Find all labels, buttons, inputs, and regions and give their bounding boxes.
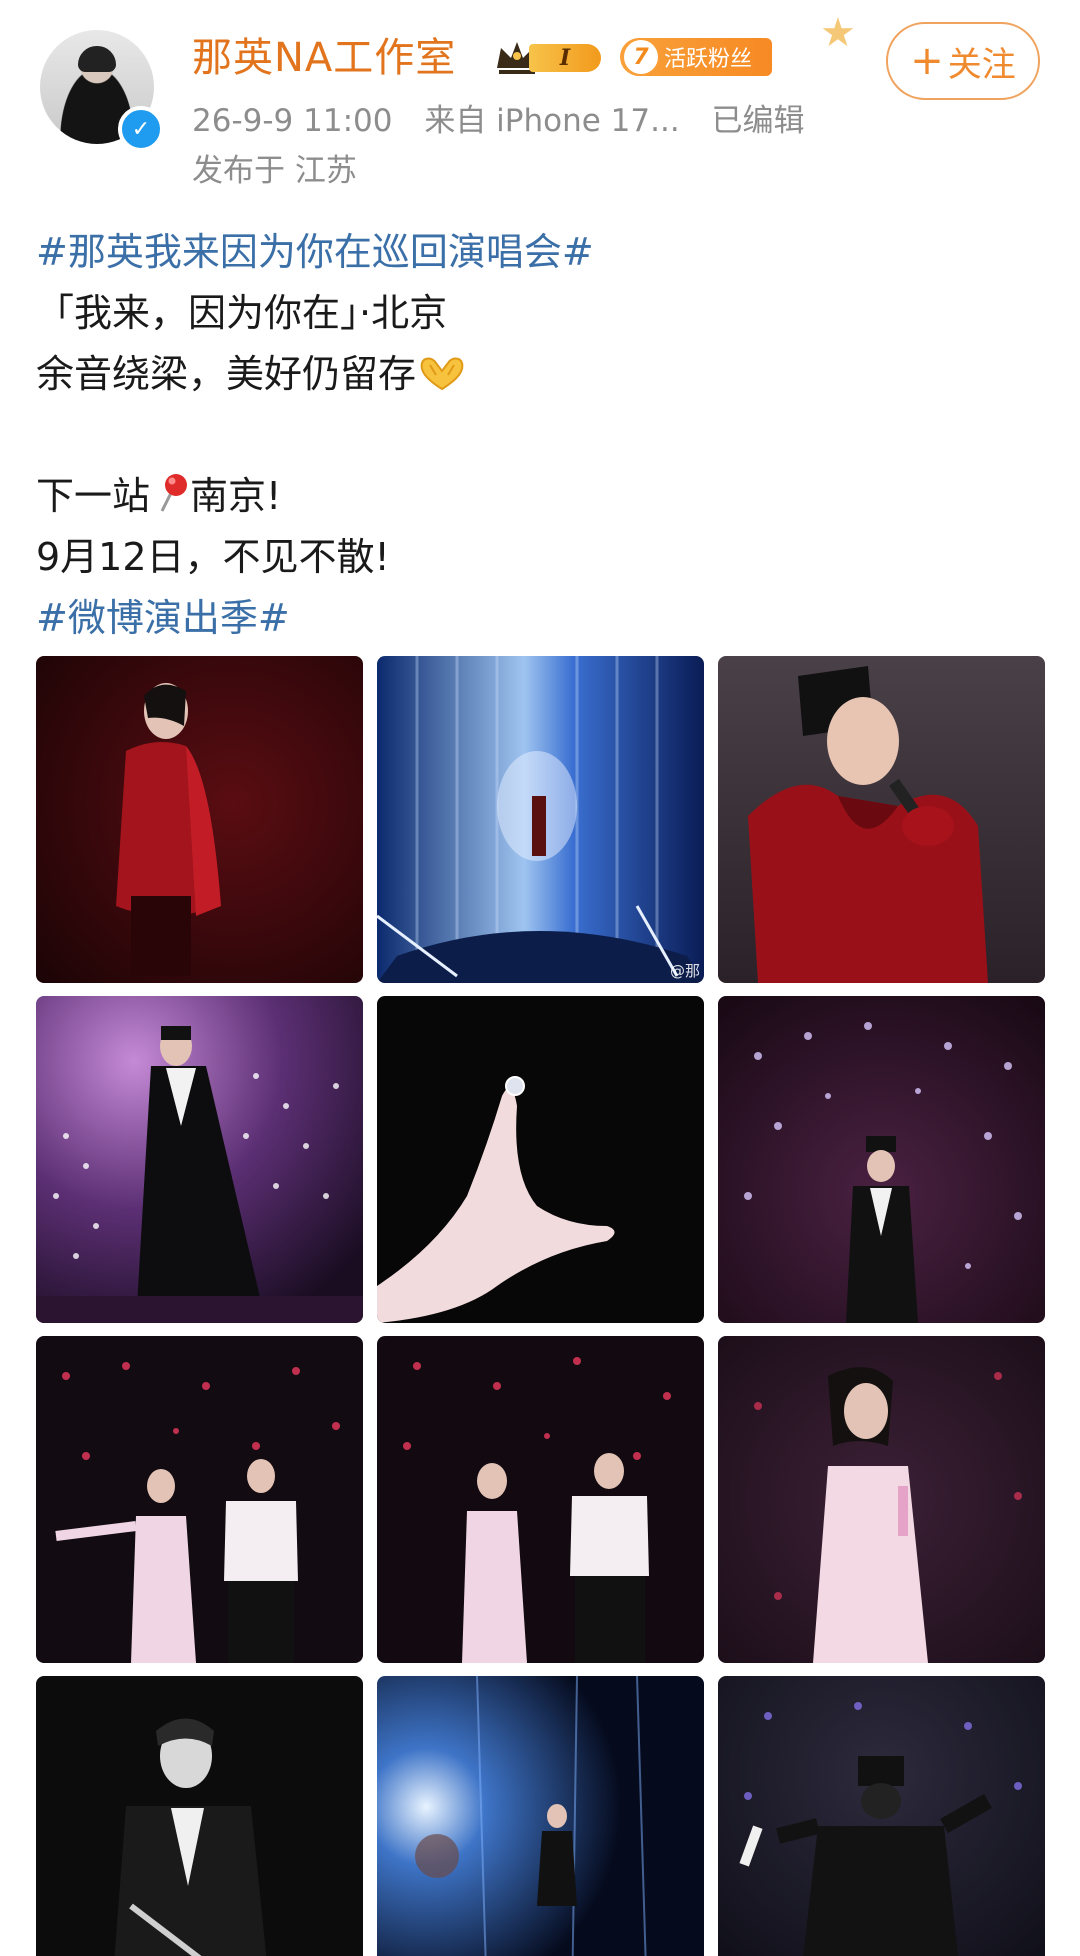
fan-badge-label: 活跃粉丝 xyxy=(664,47,753,72)
topic-link[interactable]: #微博演出季# xyxy=(36,588,1046,649)
pin-icon xyxy=(160,474,188,512)
weibo-post-page: ✓ 那英NA工作室 I 7 活跃粉丝 ★ + 关注 26-9-9 11:00 来… xyxy=(0,0,1080,1956)
follow-label: 关注 xyxy=(947,44,1016,85)
star-icon: ★ xyxy=(820,10,856,56)
photo-thumbnail[interactable] xyxy=(718,1336,1045,1663)
photo-thumbnail[interactable] xyxy=(718,1676,1045,1956)
photo-thumbnail[interactable] xyxy=(718,656,1045,983)
fan-badge-level: 7 xyxy=(624,40,658,74)
post-location: 发布于 江苏 xyxy=(192,153,357,189)
verified-icon: ✓ xyxy=(118,106,164,152)
post-line: 「我来，因为你在」·北京 xyxy=(36,291,448,335)
post-source[interactable]: 来自 iPhone 17... xyxy=(424,103,679,139)
plus-icon: + xyxy=(910,38,944,84)
photo-thumbnail[interactable] xyxy=(377,1676,704,1956)
photo-thumbnail[interactable]: @那 xyxy=(377,656,704,983)
post-line: 下一站 南京! xyxy=(36,466,1046,527)
photo-thumbnail[interactable] xyxy=(718,996,1045,1323)
photo-thumbnail[interactable] xyxy=(36,996,363,1323)
post-line-text: 下一站 xyxy=(36,474,151,518)
edited-label[interactable]: 已编辑 xyxy=(712,103,805,139)
vip-badge[interactable]: I xyxy=(493,38,603,76)
photo-thumbnail[interactable] xyxy=(377,996,704,1323)
photo-grid: @那 xyxy=(36,656,1045,1956)
topic-link[interactable]: #那英我来因为你在巡回演唱会# xyxy=(36,222,1046,283)
author-name[interactable]: 那英NA工作室 xyxy=(192,28,456,88)
post-line: 余音绕梁，美好仍留存 xyxy=(36,344,1046,405)
vip-level: I xyxy=(529,44,601,72)
photo-thumbnail[interactable] xyxy=(36,1336,363,1663)
follow-button[interactable]: + 关注 xyxy=(886,22,1040,100)
post-line-text: 余音绕梁，美好仍留存 xyxy=(36,352,417,396)
photo-thumbnail[interactable] xyxy=(36,1676,363,1956)
post-meta: 26-9-9 11:00 来自 iPhone 17... 已编辑 xyxy=(192,96,805,146)
photo-thumbnail[interactable] xyxy=(36,656,363,983)
photo-watermark: @那 xyxy=(669,962,700,980)
fan-badge[interactable]: 7 活跃粉丝 xyxy=(620,38,772,76)
post-line: 9月12日，不见不散! xyxy=(36,535,390,579)
post-line-text: 南京! xyxy=(190,474,282,518)
photo-thumbnail[interactable] xyxy=(377,1336,704,1663)
post-date: 26-9-9 11:00 xyxy=(192,103,393,139)
heart-hands-icon xyxy=(420,357,464,391)
post-text: #那英我来因为你在巡回演唱会# 「我来，因为你在」·北京 余音绕梁，美好仍留存 … xyxy=(36,222,1046,649)
